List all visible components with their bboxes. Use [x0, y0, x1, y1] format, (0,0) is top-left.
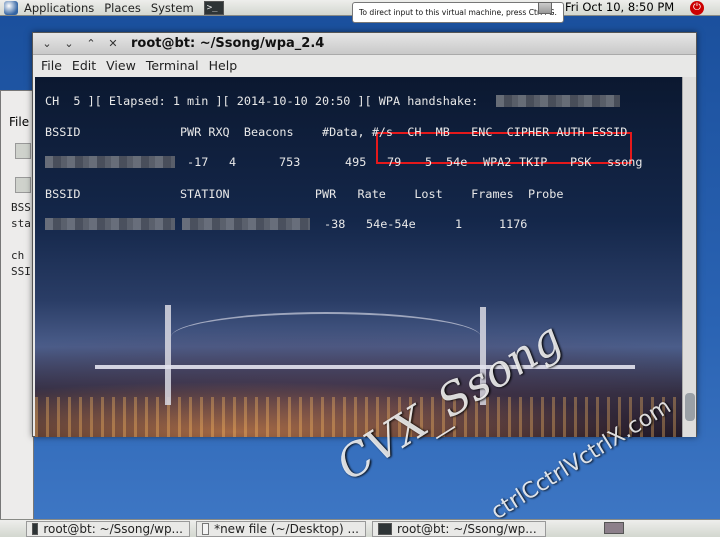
taskbar-item-label: *new file (~/Desktop) ... [214, 521, 359, 536]
bg-menu-file[interactable]: File [9, 115, 29, 129]
bg-text-line: ch [11, 249, 25, 262]
background-editor-window[interactable]: File BSS sta ch SSI [0, 90, 34, 520]
ap-cipher: TKIP [519, 155, 548, 169]
toolbar-new-icon[interactable] [15, 143, 31, 159]
menu-help[interactable]: Help [209, 58, 238, 73]
terminal-launcher-icon[interactable]: >_ [203, 0, 224, 15]
menu-system[interactable]: System [151, 1, 194, 15]
menu-places[interactable]: Places [104, 1, 141, 15]
menu-edit[interactable]: Edit [72, 58, 96, 73]
sta-pwr: -38 [324, 217, 346, 231]
window-titlebar[interactable]: ⌄ ⌄ ⌃ ✕ root@bt: ~/Ssong/wpa_2.4 [33, 33, 696, 55]
ap-pwr: -17 [187, 155, 209, 169]
taskbar-item-label: root@bt: ~/Ssong/wp... [43, 521, 183, 536]
workspace-switcher[interactable] [604, 522, 624, 534]
window-menu-icon[interactable]: ⌄ [39, 36, 55, 52]
distro-logo-icon[interactable] [4, 0, 18, 15]
station-table-header: BSSID STATION PWR Rate Lost Frames Probe [45, 187, 564, 201]
scrollbar-thumb[interactable] [685, 393, 695, 421]
sta-frames: 1176 [499, 217, 528, 231]
status-line: CH 5 ][ Elapsed: 1 min ][ 2014-10-10 20:… [45, 94, 479, 108]
taskbar-item-terminal-2[interactable]: root@bt: ~/Ssong/wp... [372, 520, 546, 537]
ap-data: 495 [345, 155, 367, 169]
ap-rxq: 4 [229, 155, 237, 169]
terminal-output[interactable]: CH 5 ][ Elapsed: 1 min ][ 2014-10-10 20:… [35, 77, 682, 437]
menu-view[interactable]: View [106, 58, 136, 73]
ap-table-header: BSSID PWR RXQ Beacons #Data, #/s CH MB E… [45, 125, 628, 139]
ap-enc: WPA2 [483, 155, 512, 169]
taskbar-item-label: root@bt: ~/Ssong/wp... [397, 521, 537, 536]
vm-input-tooltip: To direct input to this virtual machine,… [352, 2, 564, 23]
ap-channel: 5 [425, 155, 433, 169]
terminal-icon [32, 522, 39, 535]
ap-essid: ssong [607, 155, 643, 169]
ap-beacons: 753 [279, 155, 301, 169]
document-icon[interactable] [15, 177, 31, 193]
taskbar-item-editor[interactable]: *new file (~/Desktop) ... [196, 520, 366, 537]
bg-text-line: BSS [11, 201, 31, 214]
pixelated-bssid [45, 218, 175, 230]
bridge-cable [171, 312, 481, 362]
terminal-menubar: File Edit View Terminal Help [33, 55, 696, 76]
menu-file[interactable]: File [41, 58, 62, 73]
ap-mb: 54e [446, 155, 468, 169]
power-icon[interactable]: ⏻ [690, 1, 704, 15]
minimize-icon[interactable]: ⌄ [61, 36, 77, 52]
pixelated-station [182, 218, 310, 230]
terminal-icon [378, 522, 392, 535]
ap-per-second: 79 [387, 155, 402, 169]
ap-auth: PSK [570, 155, 592, 169]
text-editor-icon [202, 522, 210, 535]
terminal-scrollbar[interactable] [682, 77, 696, 437]
pixelated-bssid [45, 156, 175, 168]
close-icon[interactable]: ✕ [105, 36, 121, 52]
clock[interactable]: Fri Oct 10, 8:50 PM [565, 0, 674, 14]
bg-text-line: sta [11, 217, 31, 230]
network-icon[interactable] [538, 2, 552, 14]
menu-terminal[interactable]: Terminal [146, 58, 199, 73]
window-title: root@bt: ~/Ssong/wpa_2.4 [131, 36, 325, 51]
maximize-icon[interactable]: ⌃ [83, 36, 99, 52]
taskbar-item-terminal[interactable]: root@bt: ~/Ssong/wp... [26, 520, 190, 537]
menu-applications[interactable]: Applications [24, 1, 94, 15]
sta-rate: 54e-54e [366, 217, 416, 231]
bg-text-line: SSI [11, 265, 31, 278]
terminal-window[interactable]: ⌄ ⌄ ⌃ ✕ root@bt: ~/Ssong/wpa_2.4 File Ed… [32, 32, 697, 437]
pixelated-bssid [496, 95, 620, 107]
sta-lost: 1 [455, 217, 463, 231]
